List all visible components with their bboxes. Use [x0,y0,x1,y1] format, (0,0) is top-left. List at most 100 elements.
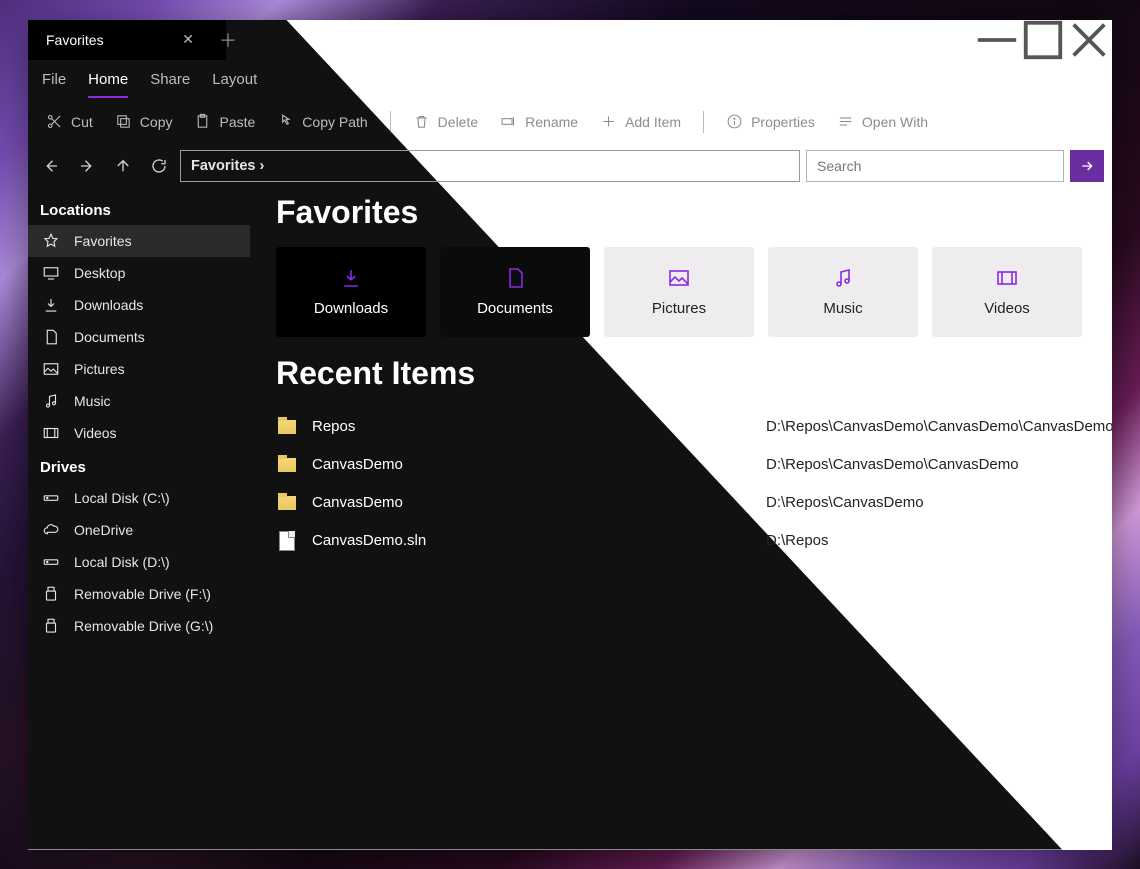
sidebar-item-label: OneDrive [74,522,133,538]
sidebar-item-removable-f[interactable]: Removable Drive (F:\) [28,578,250,610]
favorite-tiles: Downloads Documents Pictures Music Video… [276,247,1112,337]
delete-label: Delete [438,114,478,130]
sidebar-item-label: Local Disk (D:\) [74,554,170,570]
sidebar: Locations Favorites Desktop Downloads Do… [28,188,250,850]
window: Favorites ✕ ＋ File Home Share Layout Cut [28,20,1112,850]
sidebar-item-label: Favorites [74,233,132,249]
usb-icon [42,585,60,603]
drive-icon [42,553,60,571]
sidebar-item-downloads[interactable]: Downloads [28,289,250,321]
sidebar-item-music[interactable]: Music [28,385,250,417]
music-icon [42,392,60,410]
properties-button[interactable]: Properties [720,111,821,132]
recent-name: CanvasDemo.sln [312,532,752,549]
trash-icon [413,113,430,130]
recent-row[interactable]: CanvasDemo D:\Repos\CanvasDemo\CanvasDem… [276,446,1112,484]
close-icon[interactable]: ✕ [182,31,194,48]
address-bar[interactable]: Favorites › [180,150,800,182]
add-item-button[interactable]: Add Item [594,111,687,132]
image-icon [667,266,691,290]
delete-button[interactable]: Delete [407,111,484,132]
ribbon-tab-home[interactable]: Home [88,67,128,92]
sidebar-item-onedrive[interactable]: OneDrive [28,514,250,546]
download-icon [339,266,363,290]
folder-icon [276,458,298,472]
address-text: Favorites › [191,158,264,174]
recent-name: Repos [312,418,752,435]
favorites-heading: Favorites [276,194,1112,231]
recent-row[interactable]: CanvasDemo.sln D:\Repos [276,522,1112,560]
copy-icon [115,113,132,130]
copy-path-label: Copy Path [302,114,367,130]
sidebar-item-label: Music [74,393,111,409]
paste-label: Paste [219,114,255,130]
new-tab-button[interactable]: ＋ [208,20,248,60]
forward-button[interactable] [72,151,102,181]
ribbon-tab-layout[interactable]: Layout [212,67,257,92]
nav-row: Favorites › Search [28,144,1112,188]
body: Locations Favorites Desktop Downloads Do… [28,188,1112,850]
search-input[interactable]: Search [806,150,1064,182]
tile-pictures[interactable]: Pictures [604,247,754,337]
sidebar-item-videos[interactable]: Videos [28,417,250,449]
cloud-icon [42,521,60,539]
sidebar-item-removable-g[interactable]: Removable Drive (G:\) [28,610,250,642]
recent-path: D:\Repos [766,532,829,549]
tab-title: Favorites [46,32,104,48]
add-item-label: Add Item [625,114,681,130]
recent-path: D:\Repos\CanvasDemo\CanvasDemo\CanvasDem… [766,418,1112,435]
tile-music[interactable]: Music [768,247,918,337]
recent-row[interactable]: Repos D:\Repos\CanvasDemo\CanvasDemo\Can… [276,408,1112,446]
video-icon [42,424,60,442]
tile-downloads[interactable]: Downloads [276,247,426,337]
refresh-button[interactable] [144,151,174,181]
recent-name: CanvasDemo [312,494,752,511]
tile-videos[interactable]: Videos [932,247,1082,337]
paste-button[interactable]: Paste [188,111,261,132]
sidebar-item-documents[interactable]: Documents [28,321,250,353]
sidebar-item-label: Videos [74,425,117,441]
plus-icon [600,113,617,130]
video-icon [995,266,1019,290]
sidebar-item-desktop[interactable]: Desktop [28,257,250,289]
copy-path-button[interactable]: Copy Path [271,111,373,132]
ribbon-tab-file[interactable]: File [42,67,66,92]
doc-icon [503,266,527,290]
folder-icon [276,496,298,510]
tile-label: Videos [984,300,1030,317]
sidebar-item-favorites[interactable]: Favorites [28,225,250,257]
drive-icon [42,489,60,507]
usb-icon [42,617,60,635]
open-with-button[interactable]: Open With [831,111,934,132]
recent-path: D:\Repos\CanvasDemo [766,494,924,511]
search-go-button[interactable] [1070,150,1104,182]
tile-documents[interactable]: Documents [440,247,590,337]
info-icon [726,113,743,130]
back-button[interactable] [36,151,66,181]
recent-row[interactable]: CanvasDemo D:\Repos\CanvasDemo [276,484,1112,522]
rename-icon [500,113,517,130]
sidebar-item-pictures[interactable]: Pictures [28,353,250,385]
cut-button[interactable]: Cut [40,111,99,132]
copy-button[interactable]: Copy [109,111,179,132]
sidebar-item-label: Pictures [74,361,125,377]
sidebar-item-local-c[interactable]: Local Disk (C:\) [28,482,250,514]
tile-label: Music [823,300,862,317]
window-controls [974,20,1112,60]
up-button[interactable] [108,151,138,181]
sidebar-item-local-d[interactable]: Local Disk (D:\) [28,546,250,578]
monitor-icon [42,264,60,282]
search-placeholder: Search [817,158,861,174]
tab-favorites[interactable]: Favorites ✕ [28,20,208,60]
locations-heading: Locations [28,192,250,225]
star-icon [42,232,60,250]
close-button[interactable] [1066,20,1112,60]
rename-button[interactable]: Rename [494,111,584,132]
tile-label: Downloads [314,300,388,317]
sidebar-item-label: Downloads [74,297,143,313]
cut-label: Cut [71,114,93,130]
ribbon-tab-share[interactable]: Share [150,67,190,92]
maximize-button[interactable] [1020,20,1066,60]
minimize-button[interactable] [974,20,1020,60]
copy-label: Copy [140,114,173,130]
